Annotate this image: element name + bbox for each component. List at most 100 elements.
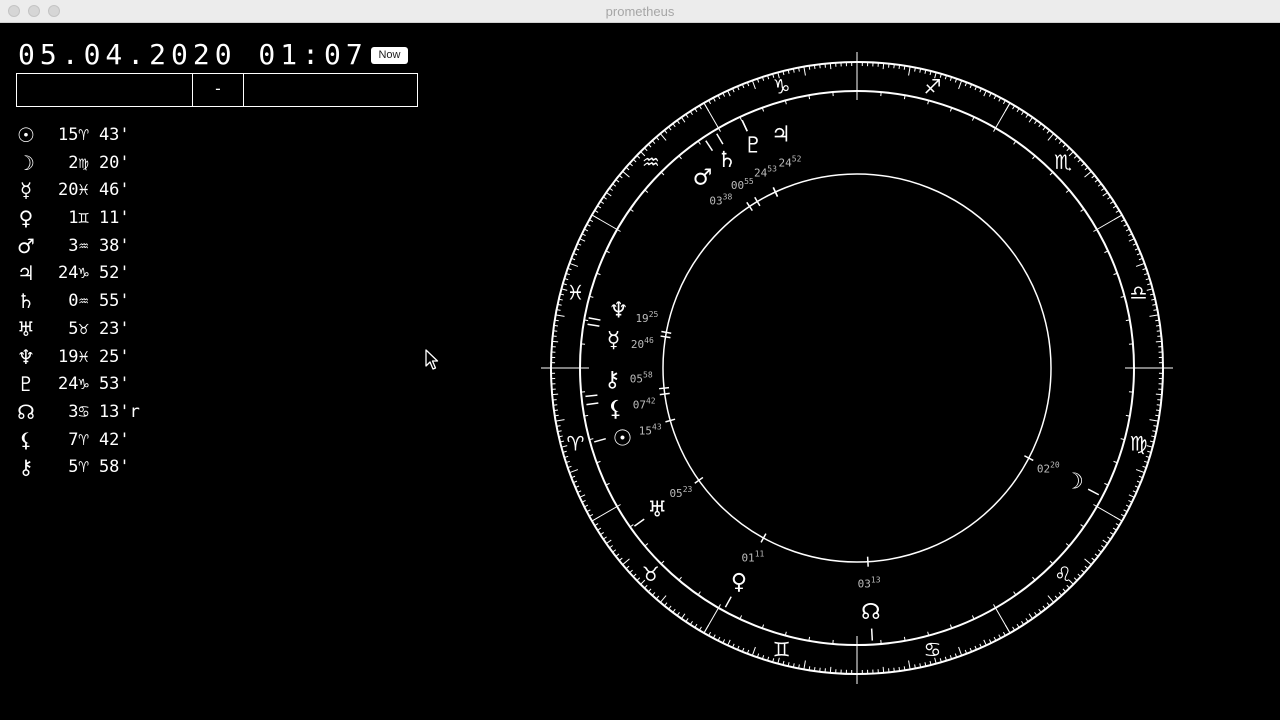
taurus-sign-icon: ♉: [642, 562, 660, 586]
mars-degree-label: 0338: [709, 192, 732, 207]
chiron-marker: [585, 394, 598, 398]
degree-tick: [1054, 595, 1059, 600]
degree-tick: [672, 123, 676, 128]
degree-tick: [603, 196, 607, 200]
degree-tick: [1034, 120, 1038, 124]
pluto-marker: [741, 120, 748, 132]
zodiac-tick: [1049, 560, 1054, 565]
degree-tick: [554, 319, 559, 322]
degree-tick: [554, 414, 559, 417]
degree-tick: [689, 111, 693, 115]
degree-tick: [983, 90, 987, 97]
degree-tick: [1084, 170, 1092, 178]
uranus-degree-label: 0523: [669, 485, 692, 500]
degree-tick: [1025, 618, 1029, 622]
zodiac-tick: [697, 591, 701, 596]
zodiac-tick: [660, 171, 665, 176]
sign-divider: [703, 102, 719, 129]
degree-tick: [1028, 117, 1033, 123]
degree-tick: [606, 192, 612, 197]
degree-tick: [1077, 573, 1082, 578]
virgo-sign-icon: ♍: [1130, 431, 1148, 455]
aquarius-sign-icon: ♒: [642, 150, 660, 174]
degree-tick: [612, 549, 617, 553]
zodiac-tick: [697, 140, 701, 145]
north-node-marker: [870, 628, 874, 641]
degree-tick: [803, 660, 806, 670]
jupiter-degree-label: 2452: [779, 155, 802, 170]
sun-degree-label: 1543: [639, 422, 662, 437]
cancer-sign-icon: ♋: [923, 638, 941, 662]
zodiac-tick: [1125, 319, 1130, 322]
degree-tick: [903, 666, 906, 671]
neptune-degree-label: 1925: [635, 310, 658, 325]
degree-tick: [600, 532, 604, 536]
degree-tick: [664, 602, 668, 607]
degree-tick: [1028, 613, 1033, 619]
degree-tick: [1073, 155, 1078, 159]
degree-tick: [1081, 569, 1085, 574]
degree-tick: [1110, 200, 1114, 204]
sign-divider: [1096, 506, 1123, 522]
degree-tick: [958, 646, 963, 656]
degree-tick: [1046, 602, 1050, 607]
degree-tick: [647, 143, 652, 148]
degree-tick: [579, 238, 586, 242]
sagittarius-sign-icon: ♐: [923, 74, 941, 98]
degree-tick: [618, 557, 623, 561]
degree-tick: [685, 618, 689, 622]
north-node-inner-marker: [866, 556, 869, 567]
pisces-sign-icon: ♓: [566, 281, 584, 305]
degree-tick: [1081, 162, 1085, 167]
north-node-icon: ☊: [861, 600, 881, 625]
degree-tick: [983, 639, 987, 646]
zodiac-tick: [1065, 189, 1070, 193]
chiron-icon: ⚷: [604, 367, 620, 392]
degree-tick: [1058, 592, 1063, 596]
degree-tick: [636, 155, 641, 159]
degree-tick: [615, 553, 620, 557]
zodiac-tick: [808, 636, 811, 641]
degree-tick: [727, 639, 731, 646]
degree-tick: [1038, 123, 1042, 128]
degree-tick: [813, 666, 816, 672]
zodiac-tick: [1080, 208, 1085, 212]
degree-tick: [1084, 558, 1092, 566]
degree-tick: [625, 166, 630, 171]
venus-marker: [724, 596, 732, 608]
sun-marker: [594, 437, 606, 443]
degree-tick: [606, 539, 612, 544]
venus-degree-label: 0111: [741, 549, 764, 564]
mercury-degree-label: 2046: [631, 336, 654, 351]
degree-tick: [1094, 553, 1099, 557]
degree-tick: [1101, 187, 1105, 191]
degree-tick: [1107, 196, 1111, 200]
degree-tick: [751, 80, 756, 90]
natal-chart-wheel[interactable]: ♈ ♉ ♊ ♋ ♌ ♍ ♎ ♏ ♐ ♑ ♒ ♓ ⚷ 0558 ⚸ 0742☉ 1543 ♅0523 ♀ 0111 ☊ 03…: [0, 0, 1280, 720]
degree-tick: [1021, 111, 1025, 115]
zodiac-tick: [584, 414, 589, 417]
degree-tick: [647, 588, 652, 593]
degree-tick: [898, 64, 901, 70]
degree-tick: [1047, 595, 1055, 603]
zodiac-tick: [644, 189, 649, 193]
degree-tick: [1155, 409, 1161, 412]
pluto-degree-label: 2453: [754, 164, 777, 179]
sign-divider: [591, 506, 618, 522]
saturn-marker: [716, 133, 724, 145]
uranus-marker: [633, 518, 645, 527]
degree-tick: [882, 63, 885, 70]
degree-tick: [552, 393, 559, 396]
degree-tick: [1042, 605, 1046, 610]
degree-tick: [1094, 179, 1099, 183]
degree-tick: [600, 200, 604, 204]
zodiac-tick: [903, 636, 906, 641]
degree-tick: [1135, 262, 1145, 267]
zodiac-tick: [584, 319, 589, 322]
zodiac-tick: [808, 95, 811, 100]
degree-tick: [689, 621, 693, 625]
degree-tick: [898, 666, 901, 672]
inner-ring: [662, 173, 1052, 563]
uranus-icon: ♅: [647, 497, 667, 522]
saturn-degree-label: 0055: [731, 177, 754, 192]
